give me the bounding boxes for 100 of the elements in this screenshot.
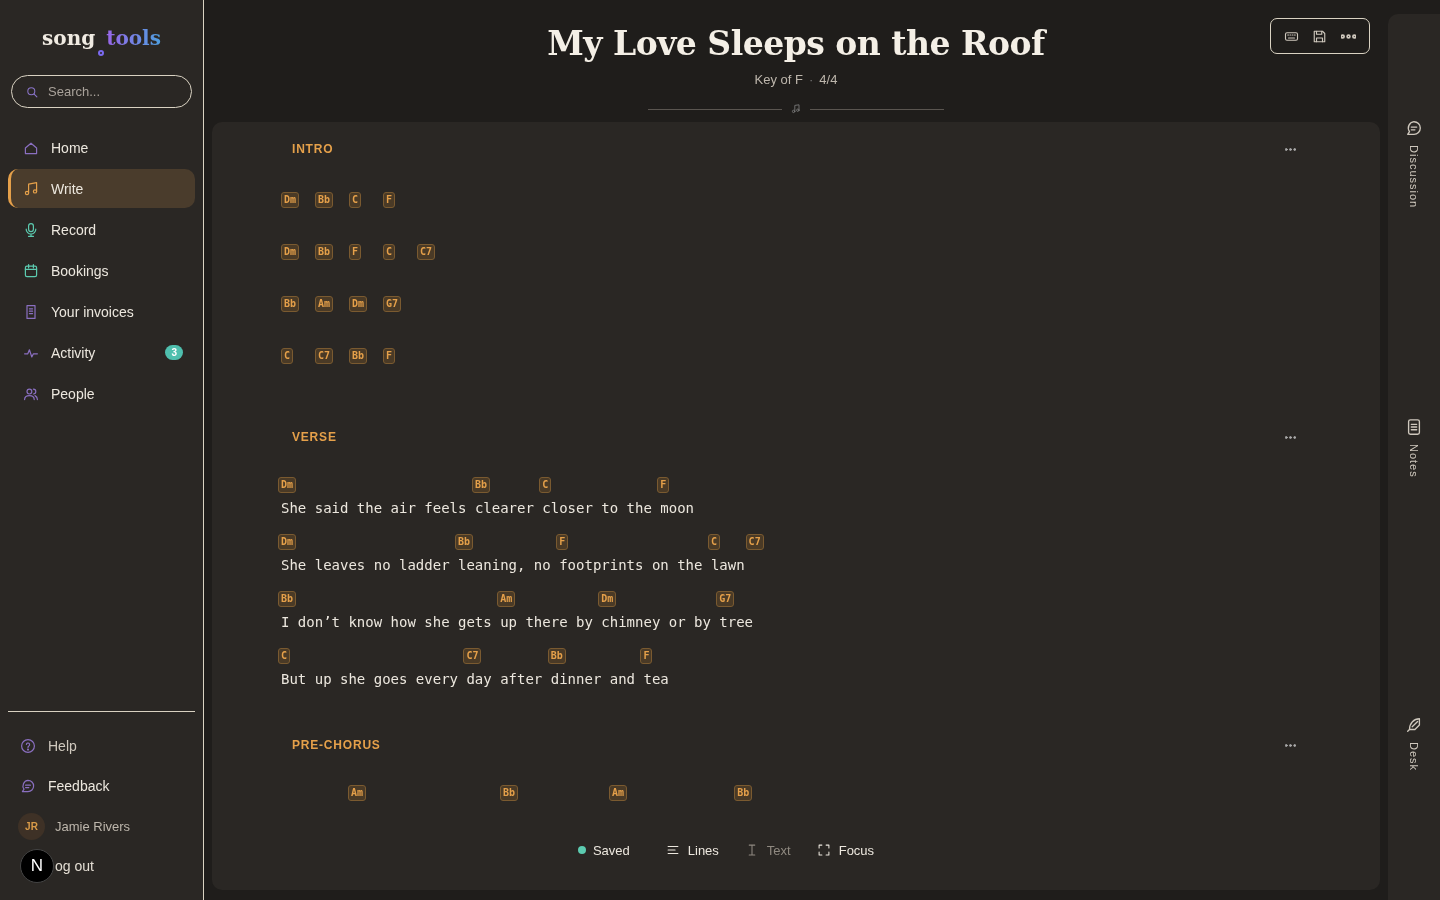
nav-item[interactable]: Your invoices — [8, 292, 195, 331]
chord-tag[interactable]: C — [281, 348, 294, 364]
lyric-text: chimney or by — [601, 613, 712, 631]
chord-tag[interactable]: F — [640, 648, 653, 664]
time-signature: 4/4 — [819, 72, 838, 87]
chord-tag[interactable]: C — [278, 648, 291, 664]
chord-tag[interactable]: F — [657, 477, 670, 493]
lyric-text: leaning, no — [458, 556, 552, 574]
lyric-text: But up she goes every — [281, 670, 459, 688]
lyric-text: day after — [466, 670, 544, 688]
document-icon — [1405, 418, 1423, 437]
view-toggle[interactable]: Lines — [665, 842, 719, 858]
chord-tag[interactable]: C7 — [463, 648, 482, 664]
chord-tag[interactable]: C7 — [745, 534, 764, 550]
chord-tag[interactable]: Am — [315, 296, 334, 312]
lyric-text: I don’t know how she gets — [281, 613, 493, 631]
more-icon — [1285, 435, 1296, 439]
search-field[interactable]: Search... — [11, 75, 192, 108]
chord-tag[interactable]: Am — [609, 785, 628, 801]
chord-tag[interactable]: Bb — [471, 477, 490, 493]
separator-dot: · — [809, 72, 814, 87]
chord-tag[interactable]: C7 — [417, 244, 436, 260]
lyric-text: footprints on the — [559, 556, 704, 574]
side-tab[interactable]: Notes — [1405, 418, 1423, 478]
focus-button[interactable]: Focus — [816, 842, 875, 858]
avatar: JR — [18, 812, 45, 840]
save-status: Saved — [592, 842, 630, 858]
chord-tag[interactable]: C — [349, 192, 362, 208]
nav-item[interactable]: Bookings — [8, 251, 195, 290]
chord-tag[interactable]: Bb — [315, 244, 334, 260]
chord-tag[interactable]: C — [539, 477, 552, 493]
lines-icon — [665, 843, 680, 857]
view-toggle[interactable]: Text — [744, 842, 791, 858]
logout-link[interactable]: og out — [55, 858, 94, 874]
chord-tag[interactable]: Dm — [281, 192, 300, 208]
chord-tag[interactable]: G7 — [716, 591, 735, 607]
side-tab[interactable]: Desk — [1405, 715, 1423, 771]
user-name: Jamie Rivers — [55, 818, 131, 834]
chord-tag[interactable]: Bb — [500, 785, 519, 801]
lyric-text: clearer — [474, 499, 535, 517]
search-icon — [25, 85, 39, 99]
chord-tag[interactable]: Bb — [734, 785, 753, 801]
chord-tag[interactable]: F — [349, 244, 362, 260]
chord-tag[interactable]: Bb — [281, 296, 300, 312]
save-icon — [1312, 28, 1328, 44]
feather-icon — [1405, 715, 1423, 734]
chord-tag[interactable]: Bb — [349, 348, 368, 364]
nav-item[interactable]: Record — [8, 210, 195, 249]
nav-item[interactable]: Write — [8, 169, 195, 208]
side-tab[interactable]: Discussion — [1405, 119, 1423, 209]
chord-tag[interactable]: Am — [348, 785, 367, 801]
dev-tools-button[interactable]: N — [20, 849, 54, 883]
section-label: PRE-CHORUS — [292, 738, 381, 752]
logo: song tools — [42, 26, 161, 58]
microphone-icon — [23, 221, 39, 238]
song-key: Key of F — [754, 72, 803, 87]
chord-tag[interactable]: Bb — [315, 192, 334, 208]
chord-tag[interactable]: F — [383, 348, 396, 364]
lyric-text: up there by — [500, 613, 594, 631]
chord-tag[interactable]: Am — [497, 591, 516, 607]
nav-item[interactable]: People — [8, 374, 195, 413]
sidebar-link[interactable]: Help — [8, 726, 195, 766]
chord-tag[interactable]: C7 — [315, 348, 334, 364]
more-button[interactable] — [1285, 147, 1296, 151]
lyric-text: dinner and — [550, 670, 637, 688]
calendar-icon — [23, 262, 39, 279]
chord-tag[interactable]: F — [556, 534, 569, 550]
chord-tag[interactable]: Dm — [281, 244, 300, 260]
lyric-text: tea — [643, 670, 669, 688]
more-icon — [1285, 147, 1296, 151]
lyric-text: tree — [719, 613, 754, 631]
sidebar-link[interactable]: Feedback — [8, 766, 195, 806]
more-icon — [1285, 743, 1296, 747]
lyric-text: She leaves no ladder — [281, 556, 451, 574]
chord-tag[interactable]: Dm — [598, 591, 617, 607]
more-button[interactable] — [1285, 435, 1296, 439]
chord-tag[interactable]: G7 — [383, 296, 402, 312]
chord-tag[interactable]: Dm — [278, 477, 297, 493]
lyric-text: closer to the — [542, 499, 653, 517]
chord-tag[interactable]: F — [383, 192, 396, 208]
speech-bubble-icon — [20, 778, 36, 794]
chord-tag[interactable]: C — [383, 244, 396, 260]
chord-tag[interactable]: Bb — [278, 591, 297, 607]
count-badge: 3 — [165, 345, 183, 360]
more-button[interactable] — [1285, 743, 1296, 747]
chord-tag[interactable]: C — [707, 534, 720, 550]
lyric-text: She said the air feels — [281, 499, 468, 517]
chord-tag[interactable]: Bb — [455, 534, 474, 550]
lyric-text: moon — [660, 499, 695, 517]
chord-tag[interactable]: Dm — [278, 534, 297, 550]
music-note-icon — [23, 180, 39, 197]
section-label: VERSE — [292, 430, 337, 444]
nav-item[interactable]: Activity 3 — [8, 333, 195, 372]
focus-icon — [816, 843, 831, 857]
nav-item[interactable]: Home — [8, 128, 195, 167]
speech-bubble-icon — [1405, 119, 1423, 137]
chord-tag[interactable]: Dm — [349, 296, 368, 312]
chord-tag[interactable]: Bb — [547, 648, 566, 664]
help-icon — [20, 738, 36, 754]
section-label: INTRO — [292, 142, 334, 156]
